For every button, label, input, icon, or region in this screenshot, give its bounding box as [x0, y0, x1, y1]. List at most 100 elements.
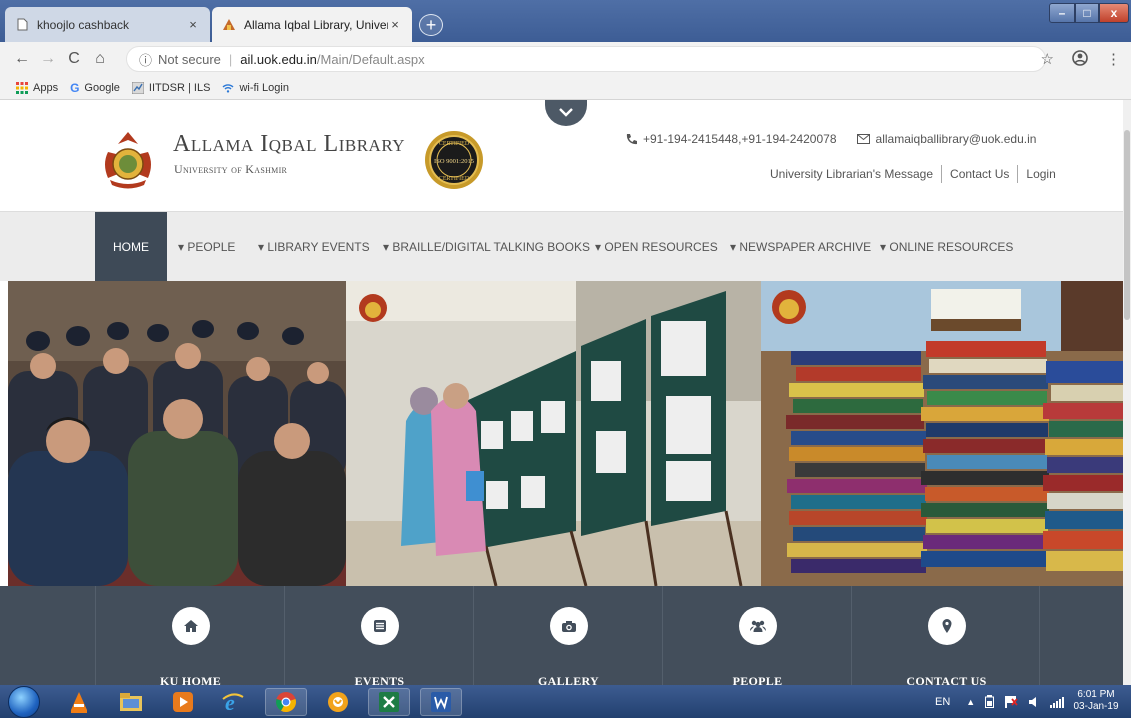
- clock-date: 03-Jan-19: [1073, 701, 1119, 712]
- iso-badge-middle-text: ISO 9001:2015: [434, 158, 474, 165]
- header-toggle-button[interactable]: [545, 100, 587, 126]
- contact-us-link[interactable]: Contact Us: [950, 167, 1009, 181]
- contact-info: +91-194-2415448,+91-194-2420078 allamaiq…: [625, 132, 1036, 146]
- apps-grid-icon: [16, 81, 28, 94]
- phone-icon: [625, 133, 637, 145]
- banner-image-audience: [8, 281, 346, 586]
- security-status: Not secure: [158, 51, 221, 67]
- people-icon: [739, 607, 777, 645]
- feature-events[interactable]: EVENTS: [284, 586, 473, 685]
- nav-open-resources[interactable]: ▾ OPEN RESOURCES: [595, 212, 718, 282]
- tab-title: khoojlo cashback: [37, 17, 130, 32]
- reload-icon[interactable]: C: [62, 47, 86, 71]
- nav-braille-digital-talking-books[interactable]: ▾ BRAILLE/DIGITAL TALKING BOOKS: [383, 212, 590, 282]
- iitdsr-icon: [131, 81, 144, 94]
- scrollbar-thumb[interactable]: [1124, 130, 1130, 320]
- window-close-button[interactable]: x: [1099, 3, 1129, 23]
- university-logo-icon[interactable]: [98, 130, 158, 190]
- profile-icon[interactable]: [1072, 50, 1088, 70]
- bookmark-iitdsr[interactable]: IITDSR | ILS: [131, 81, 211, 94]
- new-tab-button[interactable]: +: [419, 14, 443, 36]
- tab-title: Allama Iqbal Library, University o: [244, 17, 388, 32]
- bookmark-google[interactable]: G Google: [70, 81, 120, 95]
- uc-browser-icon[interactable]: [317, 688, 359, 716]
- header-links: University Librarian's Message Contact U…: [770, 165, 1056, 183]
- start-button[interactable]: [8, 686, 40, 718]
- librarian-message-link[interactable]: University Librarian's Message: [770, 167, 933, 181]
- volume-icon[interactable]: [1028, 696, 1040, 708]
- action-center-flag-icon[interactable]: [1004, 695, 1018, 708]
- network-signal-icon[interactable]: [1050, 696, 1065, 708]
- feature-ku-home[interactable]: KU HOME: [95, 586, 284, 685]
- quick-links-bar: KU HOME EVENTS GALLERY PEOPLE CONTACT US: [0, 586, 1123, 685]
- taskbar-clock[interactable]: 6:01 PM 03-Jan-19: [1068, 689, 1124, 713]
- feature-label: CONTACT US: [906, 674, 987, 685]
- address-bar: ← → C ⌂ ⓘ Not secure | ail.uok.edu.in/Ma…: [0, 42, 1131, 76]
- word-icon[interactable]: [420, 688, 462, 716]
- show-hidden-icons-icon[interactable]: ▲: [966, 697, 975, 707]
- web-page: Allama Iqbal Library University of Kashm…: [0, 100, 1131, 685]
- banner-image-exhibition: [346, 281, 761, 586]
- url-host: ail.uok.edu.in: [240, 51, 317, 67]
- window-minimize-button[interactable]: –: [1049, 3, 1075, 23]
- nav-home[interactable]: HOME: [95, 212, 167, 282]
- page-scrollbar[interactable]: [1123, 100, 1131, 685]
- battery-icon[interactable]: [985, 695, 995, 708]
- window-maximize-button[interactable]: □: [1075, 3, 1099, 23]
- tab-close-button[interactable]: ×: [388, 17, 402, 32]
- university-subtitle: University of Kashmir: [174, 162, 288, 176]
- tab-allama-iqbal-library[interactable]: Allama Iqbal Library, University o ×: [212, 7, 412, 42]
- language-indicator[interactable]: EN: [935, 696, 950, 708]
- library-title[interactable]: Allama Iqbal Library: [173, 131, 405, 158]
- info-icon[interactable]: ⓘ: [139, 50, 152, 69]
- media-player-icon[interactable]: [162, 688, 204, 716]
- address-bar-actions: ☆ ⋮: [1041, 50, 1121, 70]
- url-field[interactable]: ⓘ Not secure | ail.uok.edu.in/Main/Defau…: [126, 46, 1046, 72]
- feature-label: GALLERY: [537, 674, 600, 685]
- chevron-down-icon: [559, 104, 573, 122]
- iso-certified-badge: CERTIFIED ISO 9001:2015 CERTIFIED: [423, 127, 485, 193]
- login-link[interactable]: Login: [1026, 167, 1055, 181]
- envelope-icon: [856, 134, 870, 144]
- iso-badge-bottom-text: CERTIFIED: [439, 176, 470, 182]
- site-header: Allama Iqbal Library University of Kashm…: [0, 100, 1123, 211]
- vlc-icon[interactable]: [58, 688, 100, 716]
- url-divider: |: [228, 51, 233, 67]
- link-divider: [1017, 165, 1019, 183]
- feature-label: PEOPLE: [732, 674, 783, 685]
- back-arrow-icon[interactable]: ←: [10, 47, 34, 71]
- feature-label: KU HOME: [159, 674, 222, 685]
- nav-online-resources[interactable]: ▾ ONLINE RESOURCES: [880, 212, 1013, 282]
- feature-people[interactable]: PEOPLE: [662, 586, 851, 685]
- bookmark-label: IITDSR | ILS: [148, 81, 211, 94]
- home-icon[interactable]: ⌂: [88, 47, 112, 71]
- nav-newspaper-archive[interactable]: ▾ NEWSPAPER ARCHIVE: [730, 212, 871, 282]
- bookmark-star-icon[interactable]: ☆: [1041, 50, 1054, 70]
- iso-badge-top-text: CERTIFIED: [439, 141, 470, 147]
- bookmarks-bar: Apps G Google IITDSR | ILS wi-fi Login: [0, 76, 1131, 100]
- hero-banner[interactable]: [8, 281, 1123, 586]
- feature-label: EVENTS: [354, 674, 405, 685]
- internet-explorer-icon[interactable]: e: [212, 688, 254, 716]
- tab-khoojlo[interactable]: khoojlo cashback ×: [5, 7, 210, 42]
- browser-menu-icon[interactable]: ⋮: [1106, 50, 1121, 70]
- nav-people[interactable]: ▾ PEOPLE: [178, 212, 235, 282]
- map-marker-icon: [928, 607, 966, 645]
- tab-close-button[interactable]: ×: [186, 17, 200, 32]
- feature-contact-us[interactable]: CONTACT US: [851, 586, 1040, 685]
- email-address[interactable]: allamaiqballibrary@uok.edu.in: [876, 132, 1037, 146]
- file-explorer-icon[interactable]: [110, 688, 152, 716]
- feature-gallery[interactable]: GALLERY: [473, 586, 662, 685]
- bookmark-label: Google: [84, 81, 120, 94]
- url-path: /Main/Default.aspx: [316, 51, 425, 67]
- nav-library-events[interactable]: ▾ LIBRARY EVENTS: [258, 212, 370, 282]
- chrome-icon[interactable]: [265, 688, 307, 716]
- excel-icon[interactable]: [368, 688, 410, 716]
- wifi-icon: [222, 83, 234, 93]
- bookmark-wifi-login[interactable]: wi-fi Login: [222, 82, 289, 94]
- system-tray: EN ▲: [935, 685, 1074, 718]
- bookmark-label: wi-fi Login: [239, 81, 289, 94]
- forward-arrow-icon[interactable]: →: [36, 47, 60, 71]
- bookmark-apps[interactable]: Apps: [16, 81, 58, 94]
- camera-icon: [550, 607, 588, 645]
